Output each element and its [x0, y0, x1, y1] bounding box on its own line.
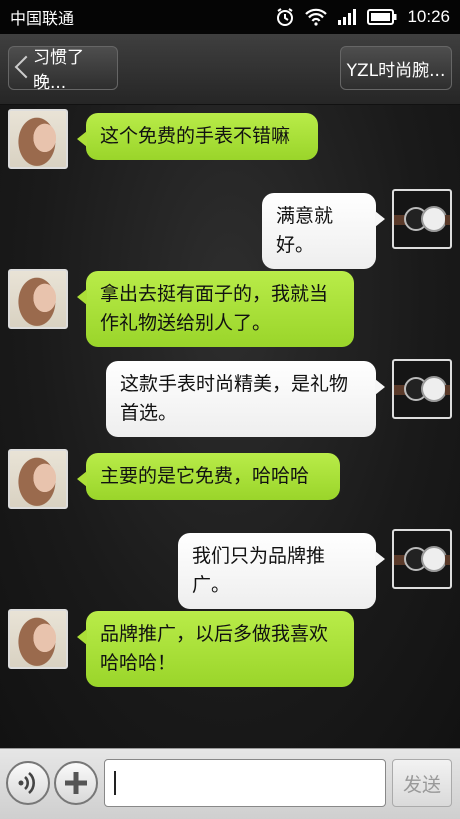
input-bar: 发送	[0, 748, 460, 819]
watch-avatar[interactable]	[392, 529, 452, 589]
voice-icon	[18, 772, 35, 794]
message-text: 品牌推广，以后多做我喜欢哈哈哈！	[100, 623, 329, 674]
text-caret	[114, 771, 116, 795]
chat-header: 习惯了晚... YZL时尚腕...	[0, 34, 460, 105]
send-button[interactable]: 发送	[392, 759, 452, 807]
chat-area[interactable]: 这个免费的手表不错嘛 满意就好。 拿出去挺有面子的，我就当作礼物送给别人了。 这…	[0, 105, 460, 748]
status-icons: 10:26	[275, 7, 450, 27]
watch-icon	[394, 206, 450, 232]
watch-icon	[394, 546, 450, 572]
message-bubble-right[interactable]: 我们只为品牌推广。	[178, 533, 385, 609]
message-bubble-left[interactable]: 拿出去挺有面子的，我就当作礼物送给别人了。	[77, 271, 354, 347]
message-bubble-right[interactable]: 满意就好。	[262, 193, 385, 269]
message-text: 我们只为品牌推广。	[192, 545, 326, 596]
woman-avatar[interactable]	[8, 609, 68, 669]
voice-button[interactable]	[6, 761, 50, 805]
plus-icon	[65, 772, 87, 794]
message-bubble-left[interactable]: 这个免费的手表不错嘛	[77, 113, 318, 160]
watch-avatar[interactable]	[392, 359, 452, 419]
message-bubble-right[interactable]: 这款手表时尚精美，是礼物首选。	[106, 361, 385, 437]
watch-avatar[interactable]	[392, 189, 452, 249]
alarm-icon	[275, 7, 295, 27]
message-bubble-left[interactable]: 主要的是它免费，哈哈哈	[77, 453, 340, 500]
plus-button[interactable]	[54, 761, 98, 805]
clock: 10:26	[407, 7, 450, 26]
battery-icon	[367, 9, 397, 25]
carrier-label: 中国联通	[10, 9, 75, 28]
message-text: 这个免费的手表不错嘛	[100, 125, 291, 147]
contact-button-label: YZL时尚腕...	[346, 60, 446, 81]
woman-avatar[interactable]	[8, 109, 68, 169]
back-button[interactable]: 习惯了晚...	[8, 46, 118, 93]
contact-button[interactable]: YZL时尚腕...	[340, 46, 452, 90]
watch-icon	[394, 376, 450, 402]
message-text: 满意就好。	[276, 205, 334, 256]
message-text: 拿出去挺有面子的，我就当作礼物送给别人了。	[100, 283, 329, 334]
message-text: 这款手表时尚精美，是礼物首选。	[120, 373, 349, 424]
send-button-label: 发送	[402, 773, 441, 796]
message-text: 主要的是它免费，哈哈哈	[100, 465, 310, 487]
signal-icon	[337, 8, 357, 26]
back-button-label: 习惯了晚...	[33, 48, 84, 93]
woman-avatar[interactable]	[8, 449, 68, 509]
message-input[interactable]	[104, 759, 386, 807]
message-bubble-left[interactable]: 品牌推广，以后多做我喜欢哈哈哈！	[77, 611, 354, 687]
woman-avatar[interactable]	[8, 269, 68, 329]
status-bar: 中国联通 10:26	[0, 0, 460, 34]
wifi-icon	[305, 8, 328, 26]
